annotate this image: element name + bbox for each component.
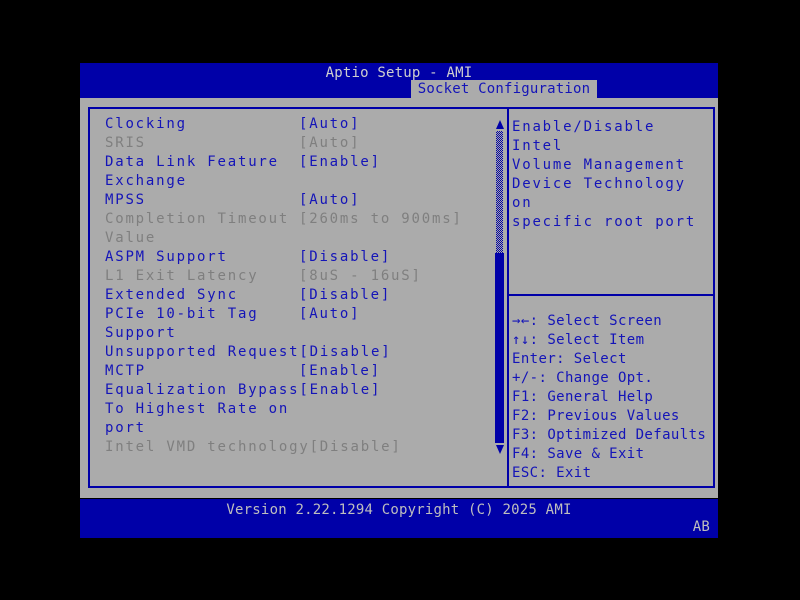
- hotkey-row: ↑↓: Select Item: [512, 332, 645, 348]
- item-value: [Disable]: [309, 439, 402, 455]
- options-list: Clocking [Auto] SRIS [Auto] Data Link Featur…: [90, 109, 507, 457]
- setup-item: Completion Timeout [260ms to 900ms] Value: [105, 210, 473, 248]
- setup-item[interactable]: Extended Sync [Disable]: [105, 286, 473, 305]
- item-value[interactable]: [Enable]: [299, 153, 381, 172]
- item-value[interactable]: [Enable]: [299, 362, 381, 381]
- item-value[interactable]: [Auto]: [299, 305, 360, 324]
- item-label-continuation: To Highest Rate on: [105, 401, 290, 417]
- setup-item[interactable]: Data Link Feature [Enable] Exchange: [105, 153, 473, 191]
- scrollbar-track[interactable]: [496, 131, 503, 253]
- item-label: SRIS: [105, 135, 146, 151]
- app-title: Aptio Setup - AMI: [325, 65, 473, 81]
- setup-item: L1 Exit Latency [8uS - 16uS]: [105, 267, 473, 286]
- item-label: ASPM Support: [105, 249, 228, 265]
- item-label-continuation: Value: [105, 230, 157, 246]
- hotkey-row: +/-: Change Opt.: [512, 370, 654, 386]
- item-label: Intel VMD technology: [105, 439, 310, 455]
- options-pane: Clocking [Auto] SRIS [Auto] Data Link Featur…: [90, 109, 509, 486]
- help-line: Device Technology on: [512, 176, 686, 211]
- tab-socket-configuration[interactable]: Socket Configuration: [411, 80, 597, 98]
- setup-item[interactable]: Equalization Bypass [Enable] To Highest Ra…: [105, 381, 473, 438]
- hotkey-row: →←: Select Screen: [512, 313, 663, 329]
- setup-item: Intel VMD technology [Disable]: [105, 438, 473, 457]
- item-value[interactable]: [Auto]: [299, 191, 360, 210]
- item-value: [8uS - 16uS]: [299, 268, 422, 284]
- item-value: [Auto]: [299, 135, 361, 151]
- item-value[interactable]: [Disable]: [299, 248, 391, 267]
- setup-item: SRIS [Auto]: [105, 134, 473, 153]
- item-value[interactable]: [Auto]: [299, 115, 360, 134]
- item-label: Data Link Feature: [105, 154, 279, 170]
- body-area: Clocking [Auto] SRIS [Auto] Data Link Featur…: [80, 98, 718, 498]
- item-label: L1 Exit Latency: [105, 268, 259, 284]
- scroll-up-icon[interactable]: [495, 120, 504, 129]
- item-label: PCIe 10-bit Tag: [105, 306, 259, 322]
- footer-code: AB: [692, 519, 710, 535]
- setup-item[interactable]: MCTP [Enable]: [105, 362, 473, 381]
- version-text: Version 2.22.1294 Copyright (C) 2025 AMI: [226, 502, 572, 518]
- setup-item[interactable]: ASPM Support [Disable]: [105, 248, 473, 267]
- item-value[interactable]: [Disable]: [299, 343, 391, 362]
- bios-setup-screen: Aptio Setup - AMI Socket Configuration C…: [0, 0, 800, 600]
- hotkey-row: F4: Save & Exit: [512, 446, 645, 462]
- footer-bar: Version 2.22.1294 Copyright (C) 2025 AMI…: [80, 499, 718, 538]
- help-line: Volume Management: [512, 157, 686, 173]
- help-line: specific root port: [512, 214, 697, 230]
- hotkey-row: F3: Optimized Defaults: [512, 427, 707, 443]
- header-band: Aptio Setup - AMI Socket Configuration: [80, 63, 718, 98]
- item-label: MPSS: [105, 192, 146, 208]
- hotkey-row: Enter: Select: [512, 351, 627, 367]
- item-label: Completion Timeout: [105, 211, 290, 227]
- setup-item[interactable]: Clocking [Auto]: [105, 115, 473, 134]
- item-value[interactable]: [Enable]: [299, 381, 381, 400]
- item-label: Clocking: [105, 116, 187, 132]
- help-divider: [509, 294, 713, 296]
- item-label: Equalization Bypass: [105, 382, 300, 398]
- setup-item[interactable]: PCIe 10-bit Tag [Auto] Support: [105, 305, 473, 343]
- help-line: Enable/Disable Intel: [512, 119, 656, 154]
- item-label: Extended Sync: [105, 287, 238, 303]
- hotkey-row: F2: Previous Values: [512, 408, 680, 424]
- hotkey-row: ESC: Exit: [512, 465, 592, 481]
- scroll-down-icon[interactable]: [495, 445, 504, 454]
- help-pane: Enable/Disable Intel Volume Management Dev…: [509, 109, 713, 486]
- scrollbar[interactable]: [495, 120, 504, 456]
- main-box: Clocking [Auto] SRIS [Auto] Data Link Featur…: [88, 107, 715, 488]
- hotkey-legend: →←: Select Screen ↑↓: Select Item Enter: S…: [512, 312, 716, 483]
- item-label-continuation: port: [105, 420, 146, 436]
- item-label: MCTP: [105, 363, 146, 379]
- item-label: Unsupported Request: [105, 344, 300, 360]
- help-text: Enable/Disable Intel Volume Management Dev…: [509, 109, 713, 232]
- setup-item[interactable]: Unsupported Request [Disable]: [105, 343, 473, 362]
- item-value: [260ms to 900ms]: [299, 211, 463, 227]
- item-value[interactable]: [Disable]: [299, 286, 391, 305]
- item-label-continuation: Support: [105, 325, 177, 341]
- item-label-continuation: Exchange: [105, 173, 187, 189]
- hotkey-row: F1: General Help: [512, 389, 654, 405]
- setup-item[interactable]: MPSS [Auto]: [105, 191, 473, 210]
- scrollbar-thumb[interactable]: [495, 253, 504, 443]
